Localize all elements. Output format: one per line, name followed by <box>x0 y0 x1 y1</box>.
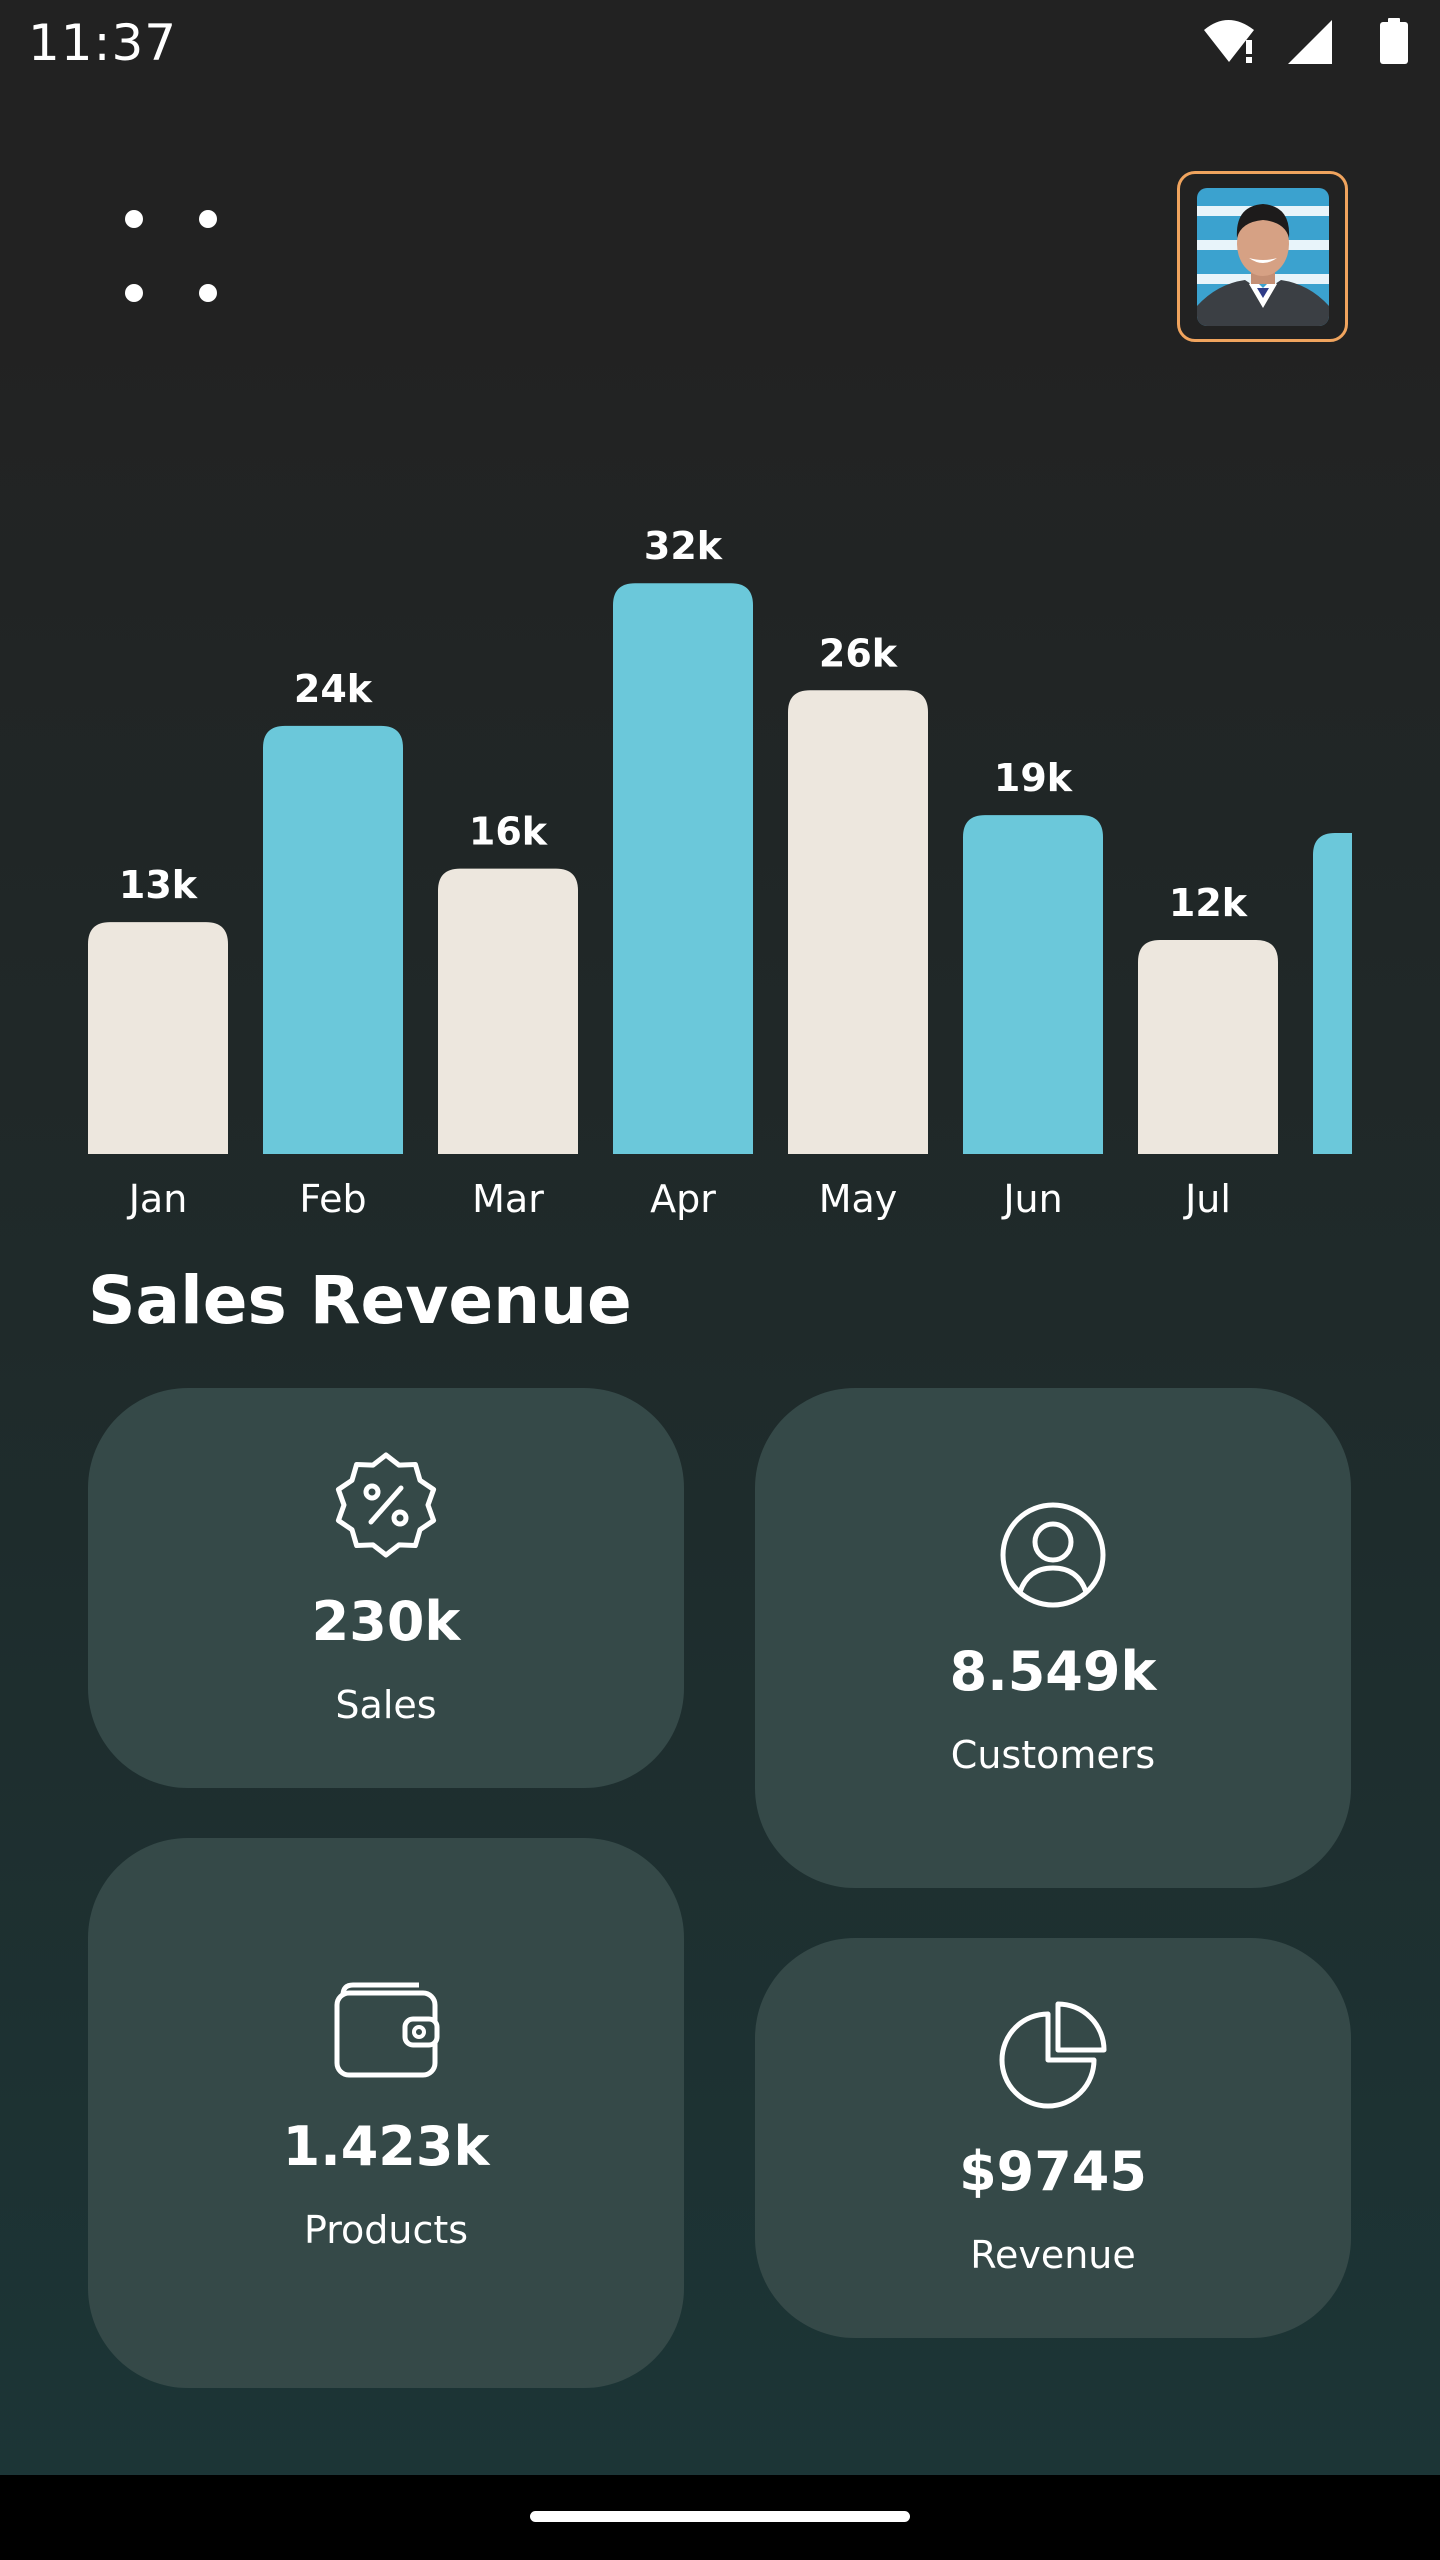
products-value: 1.423k <box>282 2114 490 2178</box>
status-time: 11:37 <box>28 14 178 72</box>
x-tick-jan: Jan <box>127 1177 188 1221</box>
status-bar: 11:37 <box>0 0 1440 84</box>
revenue-value: $9745 <box>959 2139 1147 2203</box>
customers-value: 8.549k <box>949 1639 1157 1703</box>
dashboard-screen: 11:37 13k Jan 24k Feb 16k Mar 32k Apr 26… <box>0 0 1440 2560</box>
data-label-apr: 32k <box>644 524 723 568</box>
data-label-feb: 24k <box>294 667 373 711</box>
avatar <box>1196 187 1329 326</box>
sales-label: Sales <box>335 1682 437 1727</box>
revenue-card[interactable]: $9745 Revenue <box>755 1938 1351 2338</box>
signal-icon <box>1288 20 1332 64</box>
x-tick-may: May <box>819 1177 898 1221</box>
x-tick-mar: Mar <box>472 1177 544 1221</box>
bar-feb[interactable] <box>263 725 403 1154</box>
menu-button[interactable] <box>110 200 240 310</box>
home-indicator[interactable] <box>530 2511 910 2522</box>
sales-card[interactable]: 230k Sales <box>88 1388 684 1788</box>
data-label-mar: 16k <box>469 810 548 854</box>
data-label-jan: 13k <box>119 863 198 907</box>
x-tick-feb: Feb <box>299 1177 366 1221</box>
x-tick-jul: Jul <box>1183 1177 1231 1221</box>
x-tick-apr: Apr <box>650 1177 716 1221</box>
bar-jul[interactable] <box>1138 939 1278 1154</box>
products-card[interactable]: 1.423k Products <box>88 1838 684 2388</box>
pie-chart-icon <box>999 2001 1107 2108</box>
battery-icon <box>1380 18 1408 64</box>
bar-apr[interactable] <box>613 583 753 1154</box>
bar-jun[interactable] <box>963 815 1103 1154</box>
data-label-jul: 12k <box>1169 881 1248 925</box>
data-label-may: 26k <box>819 631 898 675</box>
profile-avatar-button[interactable] <box>1177 171 1348 342</box>
bar-jan[interactable] <box>88 922 228 1154</box>
profile-photo <box>1196 187 1329 326</box>
sales-value: 230k <box>311 1589 461 1653</box>
bar-aug[interactable] <box>1313 832 1352 1154</box>
x-tick-jun: Jun <box>1001 1177 1062 1221</box>
bar-may[interactable] <box>788 690 928 1154</box>
customers-card[interactable]: 8.549k Customers <box>755 1388 1351 1888</box>
products-label: Products <box>303 2207 469 2252</box>
monthly-sales-bar-chart: 13k Jan 24k Feb 16k Mar 32k Apr 26k May 19k Jun 12k J… <box>0 380 1440 1240</box>
section-title: Sales Revenue <box>88 1262 632 1339</box>
bar-mar[interactable] <box>438 868 578 1154</box>
percent-badge-icon <box>335 1452 437 1557</box>
revenue-label: Revenue <box>970 2232 1136 2277</box>
user-circle-icon <box>1000 1502 1106 1607</box>
system-nav-bar <box>0 2475 1440 2560</box>
data-label-jun: 19k <box>994 756 1073 800</box>
wallet-icon <box>334 1982 440 2077</box>
bar-chart-svg: 13k Jan 24k Feb 16k Mar 32k Apr 26k May 19k Jun 12k J… <box>88 524 1352 1221</box>
wifi-alert-icon <box>1204 20 1254 63</box>
customers-label: Customers <box>950 1732 1156 1777</box>
